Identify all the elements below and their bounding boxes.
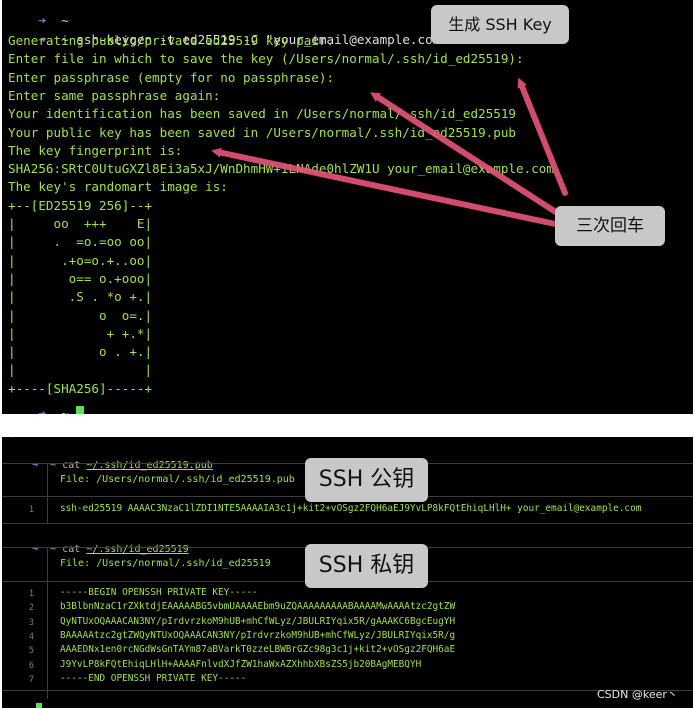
code-line: J9YvLP8kFQtEhiqLHlH+AAAAFnlvdXJfZW1haWxA… [60, 658, 422, 670]
cat-command: cat [62, 544, 81, 555]
output-line: | + +.*| [8, 325, 153, 341]
line-number: 1 [28, 589, 34, 599]
output-line: | o . +.| [8, 344, 153, 360]
prompt-dir: ~ [50, 544, 57, 555]
callout-public-key: SSH 公钥 [305, 458, 428, 502]
callout-enter-three-times: 三次回车 [555, 206, 665, 246]
divider [2, 523, 693, 524]
output-line: | oo +++ E| [8, 216, 153, 231]
pub-file-header: File: /Users/normal/.ssh/id_ed25519.pub [60, 474, 295, 485]
output-line: The key's randomart image is: [8, 179, 228, 195]
prompt-line-top: ➜ ~ [8, 437, 32, 444]
callout-private-key: SSH 私钥 [305, 544, 428, 588]
output-line: Your identification has been saved in /U… [8, 106, 516, 122]
output-line: | .+o=o.+..oo| [8, 252, 153, 268]
output-line: | | [8, 362, 153, 378]
output-line: Generating public/private ed25519 key pa… [8, 33, 335, 48]
gutter-divider [47, 463, 48, 523]
prompt-arrow-icon: ➜ [32, 460, 39, 471]
watermark: CSDN @keer丶 [597, 688, 678, 701]
cat-command: cat [62, 460, 81, 471]
gutter-divider [47, 547, 48, 699]
callout-generate-ssh-key: 生成 SSH Key [431, 5, 569, 44]
output-line: Enter file in which to save the key (/Us… [8, 51, 524, 67]
line-number: 2 [28, 603, 34, 614]
priv-file-header: File: /Users/normal/.ssh/id_ed25519 [60, 558, 271, 569]
output-line: +--[ED25519 256]--+ [8, 197, 153, 213]
file-path-link[interactable]: ~/.ssh/id_ed25519.pub [86, 460, 212, 471]
line-number: 5 [28, 646, 34, 657]
output-line: | . =o.=oo oo| [8, 234, 153, 250]
line-number: 6 [28, 660, 34, 671]
prompt-arrow-icon: ➜ [38, 406, 46, 414]
code-line: AAAEDNx1en0rcNGdWsGnTAYm87aBVarkT0zzeLBW… [60, 644, 456, 656]
code-line: BAAAAAtzc2gtZWQyNTUxOQAAACAN3NY/pIrdvrzk… [60, 629, 456, 641]
output-line: | o== o.+ooo| [8, 270, 153, 286]
code-line: b3BlbnNzaC1rZXktdjEAAAAABG5vbmUAAAAEbm9u… [60, 601, 456, 613]
output-line: | .S . *o +.| [8, 289, 153, 305]
prompt-dir: ~ [61, 406, 69, 414]
code-line: -----END OPENSSH PRIVATE KEY----- [60, 672, 247, 684]
line-number: 1 [28, 505, 34, 515]
code-line: QyNTUxOQAAACAN3NY/pIrdvrzkoM9hUB+mhCfWLy… [60, 615, 456, 627]
line-number: 4 [28, 631, 34, 642]
output-line: Enter passphrase (empty for no passphras… [8, 69, 335, 85]
prompt-dir: ~ [50, 460, 57, 471]
code-line: -----BEGIN OPENSSH PRIVATE KEY----- [60, 587, 258, 598]
line-number: 3 [28, 617, 34, 628]
output-line: Your public key has been saved in /Users… [8, 124, 516, 140]
line-number: 7 [28, 674, 34, 685]
prompt-arrow-icon: ➜ [32, 544, 39, 555]
code-line: ssh-ed25519 AAAAC3NzaC1lZDI1NTE5AAAAIA3c… [60, 503, 642, 514]
output-line: | o o=.| [8, 307, 153, 323]
terminal-cursor [76, 406, 85, 414]
prompt-line-bottom: ➜ ~ [8, 387, 85, 414]
output-line: SHA256:SRtC0UtuGXZl8Ei3a5xJ/WnDhmHW+iLNA… [8, 161, 554, 177]
terminal-cursor [36, 703, 42, 708]
output-line: The key fingerprint is: [8, 142, 183, 158]
output-line: Enter same passphrase again: [8, 87, 221, 103]
file-path-link[interactable]: ~/.ssh/id_ed25519 [86, 544, 188, 555]
divider [2, 690, 693, 691]
